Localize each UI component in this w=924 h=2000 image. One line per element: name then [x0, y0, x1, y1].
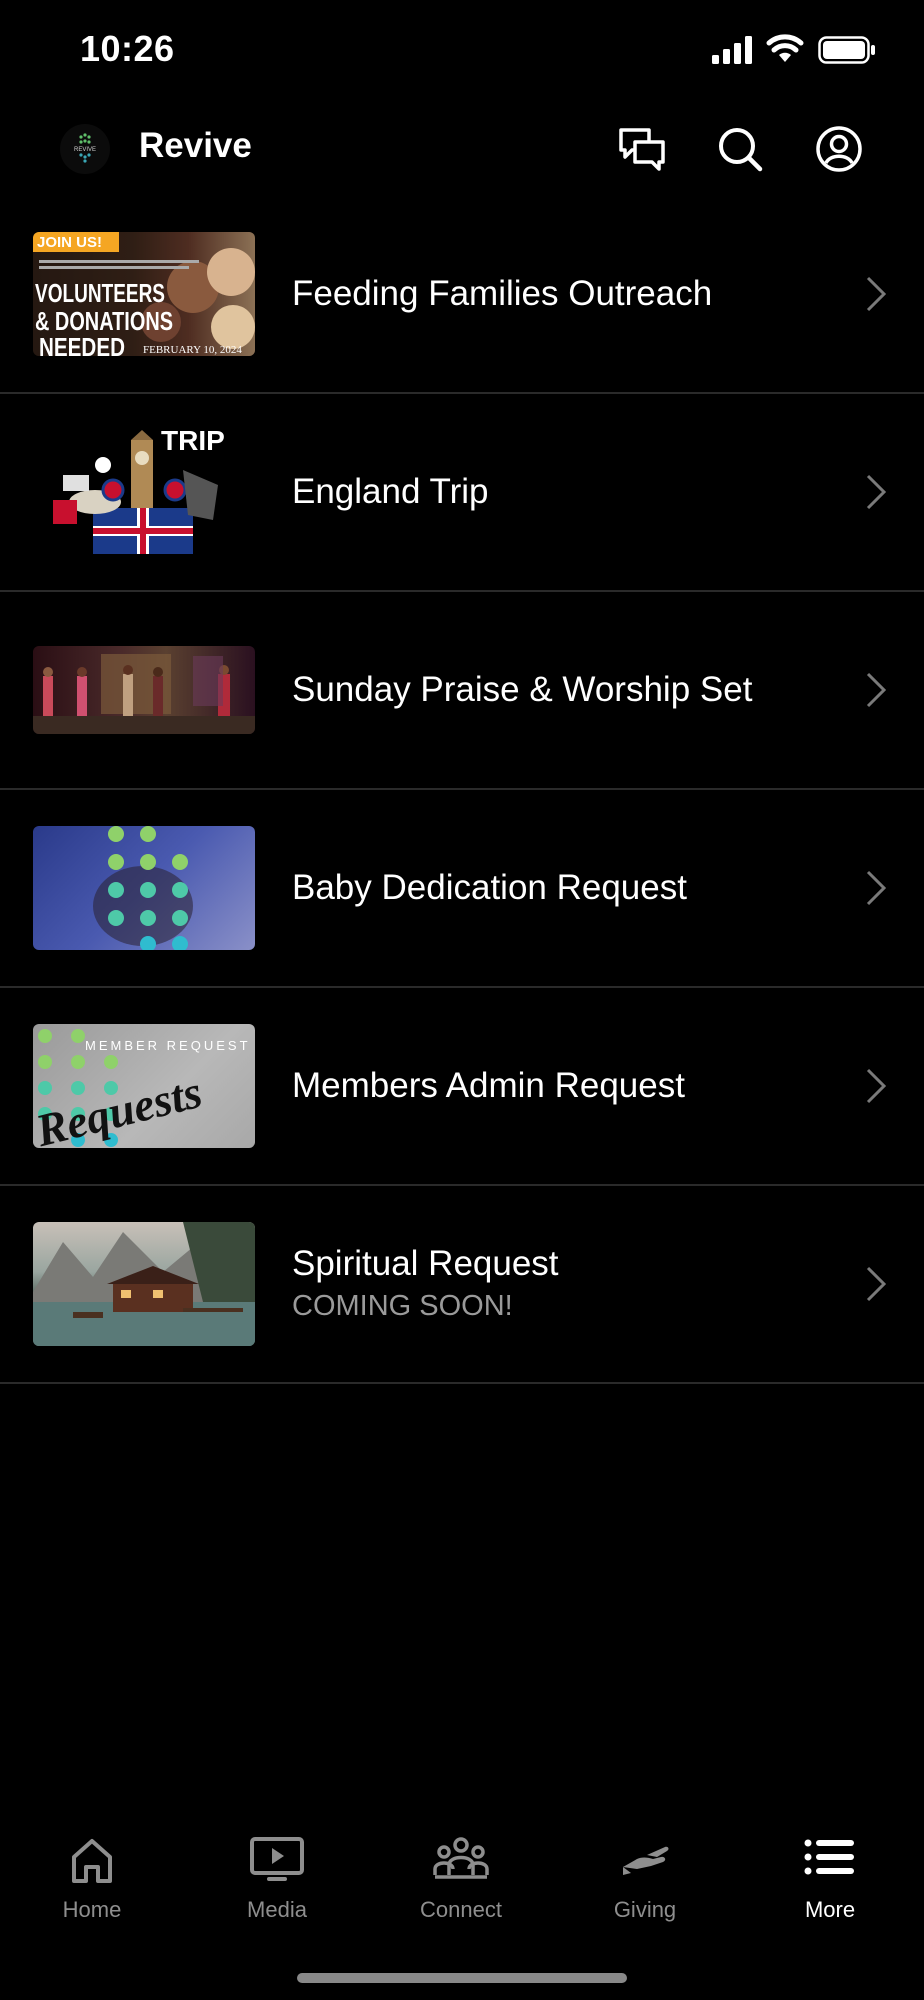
status-bar: 10:26: [0, 0, 924, 100]
search-icon: [719, 128, 763, 172]
chevron-right-icon: [866, 1068, 887, 1104]
battery-icon: [818, 36, 875, 64]
tab-giving[interactable]: Giving: [570, 1815, 720, 1925]
list-item-title: Sunday Praise & Worship Set: [292, 670, 753, 709]
list-item-spiritual-request[interactable]: Spiritual Request COMING SOON!: [0, 1186, 924, 1384]
more-icon: [804, 1839, 854, 1875]
list-item-feeding-families[interactable]: JOIN US! VOLUNTEERS & DONATIONS NEEDED F…: [0, 196, 924, 394]
content-list: JOIN US! VOLUNTEERS & DONATIONS NEEDED F…: [0, 196, 924, 1384]
tab-label: Media: [247, 1897, 307, 1922]
search-button[interactable]: [713, 122, 767, 176]
status-time: 10:26: [80, 28, 175, 69]
list-item-title: Spiritual Request: [292, 1244, 559, 1283]
list-item-praise-worship[interactable]: Sunday Praise & Worship Set: [0, 592, 924, 790]
list-item-baby-dedication[interactable]: Baby Dedication Request: [0, 790, 924, 988]
chevron-right-icon: [866, 474, 887, 510]
bottom-tab-bar: Home Media Connect Giving More: [0, 1815, 924, 1945]
svg-text:JOIN US!: JOIN US!: [37, 234, 102, 251]
chevron-right-icon: [866, 870, 887, 906]
tab-label: More: [804, 1897, 856, 1922]
media-icon: [250, 1837, 304, 1881]
home-icon: [72, 1839, 112, 1883]
list-item-england-trip[interactable]: TRIP England Trip: [0, 394, 924, 592]
list-item-title: Members Admin Request: [292, 1066, 685, 1105]
giving-icon: [623, 1846, 669, 1875]
thumbnail-feeding-families: JOIN US! VOLUNTEERS & DONATIONS NEEDED F…: [33, 232, 255, 356]
wifi-icon: [766, 34, 804, 62]
list-item-title: Feeding Families Outreach: [292, 274, 713, 313]
thumbnail-england-trip: TRIP: [33, 430, 255, 554]
list-item-members-admin[interactable]: MEMBER REQUEST Requests Members Admin Re…: [0, 988, 924, 1186]
svg-text:FEBRUARY 10, 2024: FEBRUARY 10, 2024: [143, 344, 242, 356]
svg-text:MEMBER REQUEST: MEMBER REQUEST: [85, 1038, 251, 1053]
tab-label: Home: [62, 1897, 122, 1922]
svg-text:VOLUNTEERS: VOLUNTEERS: [35, 278, 165, 308]
profile-button[interactable]: [812, 122, 866, 176]
list-item-title: Baby Dedication Request: [292, 868, 687, 907]
home-indicator[interactable]: [297, 1973, 627, 1983]
tab-connect[interactable]: Connect: [386, 1815, 536, 1925]
cellular-signal-icon: [712, 36, 752, 64]
svg-text:REVIVE: REVIVE: [74, 147, 96, 153]
tab-home[interactable]: Home: [17, 1815, 167, 1925]
svg-text:NEEDED: NEEDED: [39, 332, 125, 356]
user-profile-icon: [816, 126, 862, 172]
chevron-right-icon: [866, 276, 887, 312]
list-item-title: England Trip: [292, 472, 489, 511]
app-title: Revive: [139, 126, 252, 165]
chat-icon: [619, 128, 665, 171]
chevron-right-icon: [866, 1266, 887, 1302]
svg-text:TRIP: TRIP: [161, 430, 225, 456]
list-item-subtitle: COMING SOON!: [292, 1290, 513, 1322]
app-logo[interactable]: REVIVE: [60, 124, 110, 174]
app-header: REVIVE Revive: [0, 110, 924, 186]
connect-icon: [433, 1837, 489, 1879]
thumbnail-members-admin: MEMBER REQUEST Requests: [33, 1024, 255, 1148]
thumbnail-spiritual-request: [33, 1222, 255, 1346]
revive-logo-icon: REVIVE: [74, 133, 96, 163]
tab-more[interactable]: More: [755, 1815, 905, 1925]
tab-media[interactable]: Media: [202, 1815, 352, 1925]
messages-button[interactable]: [615, 122, 669, 176]
tab-label: Connect: [420, 1897, 502, 1922]
tab-label: Giving: [613, 1897, 677, 1922]
svg-text:Requests: Requests: [33, 1066, 207, 1148]
thumbnail-baby-dedication: [33, 826, 255, 950]
chevron-right-icon: [866, 672, 887, 708]
thumbnail-praise-worship: [33, 646, 255, 734]
